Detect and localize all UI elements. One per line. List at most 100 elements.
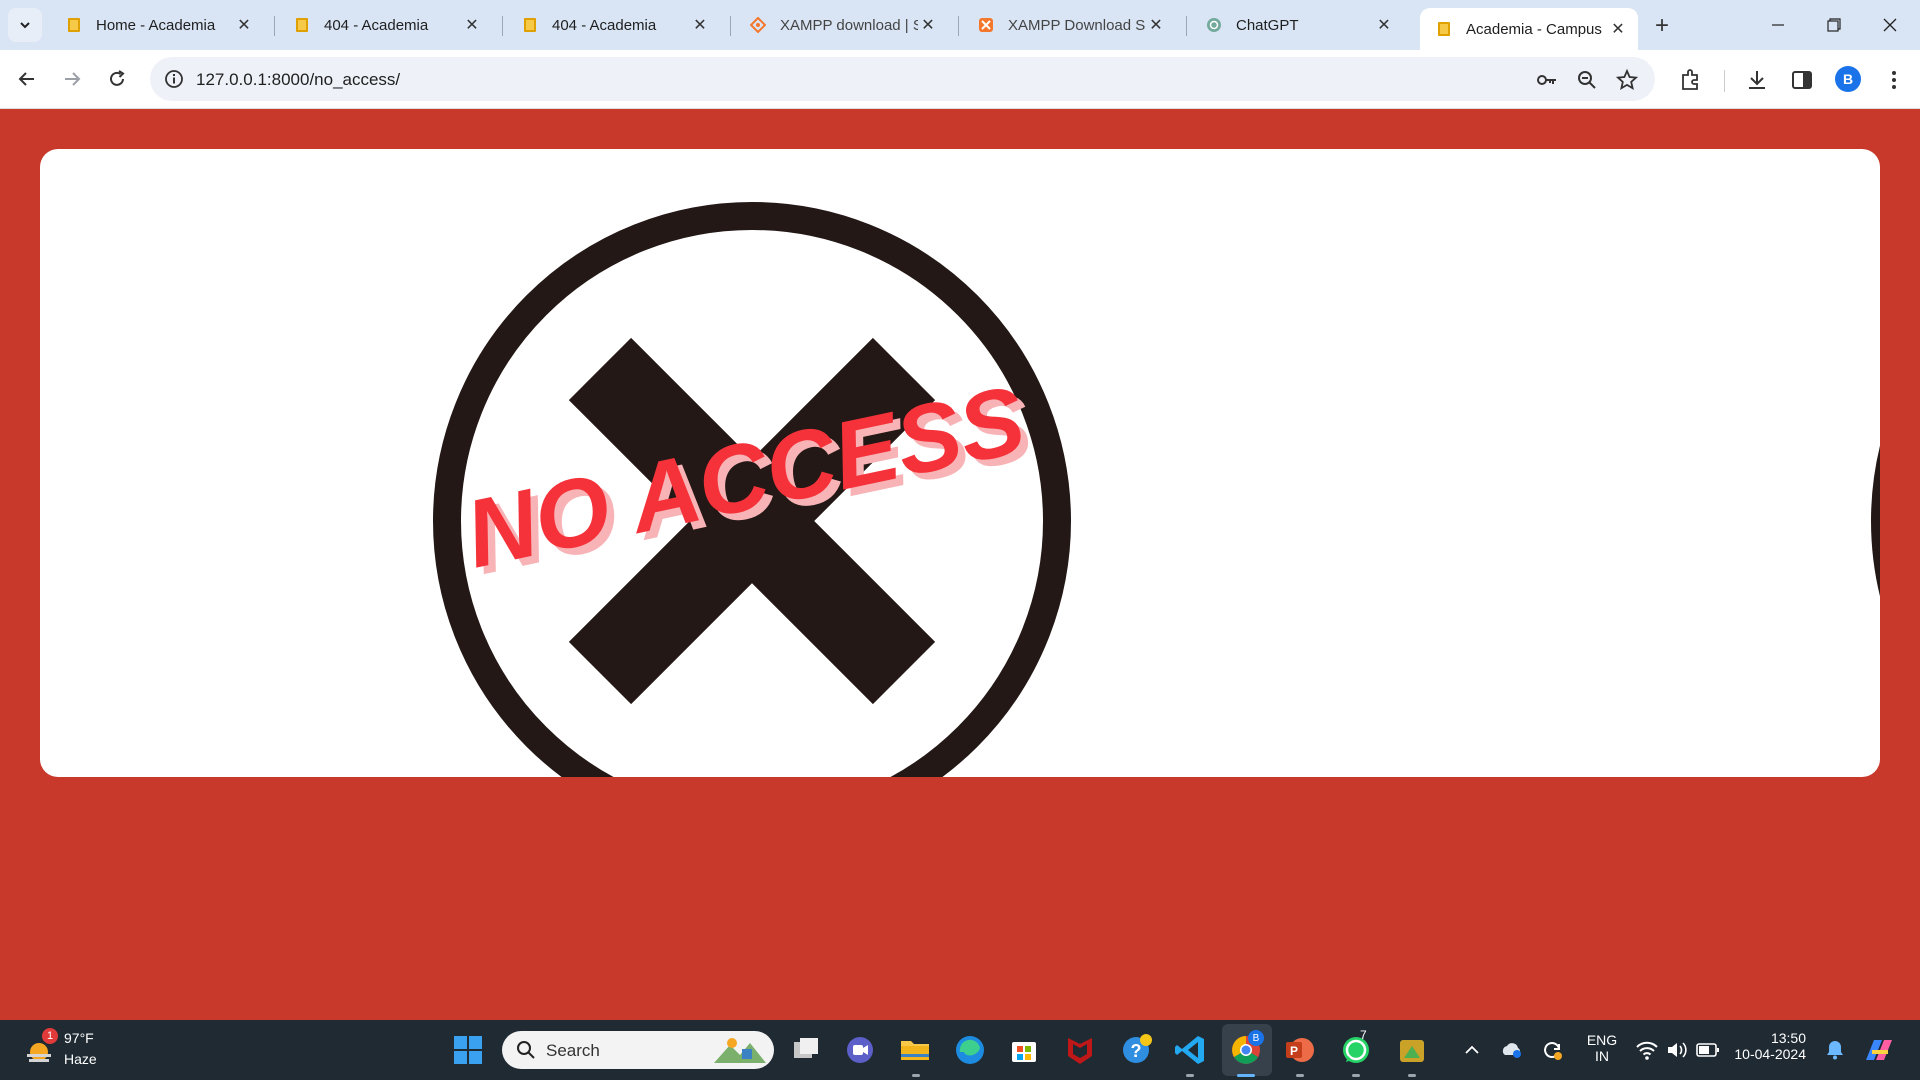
- search-icon: [517, 1041, 535, 1059]
- book-icon: [68, 18, 80, 32]
- restore-button[interactable]: [1814, 8, 1854, 42]
- reload-icon: [110, 70, 125, 86]
- tab-home-academia[interactable]: Home - Academia ✕: [50, 8, 264, 42]
- extensions-icon[interactable]: [1678, 68, 1702, 92]
- tab-close-button[interactable]: ✕: [1608, 19, 1628, 39]
- tab-academia-campus[interactable]: Academia - Campus ✕: [1420, 8, 1638, 50]
- browser-toolbar: 127.0.0.1:8000/no_access/: [0, 50, 1920, 109]
- language-line2: IN: [1595, 1048, 1609, 1064]
- sync-icon[interactable]: [1540, 1038, 1564, 1062]
- meet-icon[interactable]: [842, 1032, 878, 1068]
- tab-separator: [1186, 16, 1187, 36]
- arrow-left-icon: [18, 72, 34, 86]
- tab-title: 404 - Academia: [552, 16, 657, 34]
- tab-xampp-download[interactable]: XAMPP download | S ✕: [734, 8, 948, 42]
- book-icon: [296, 18, 308, 32]
- weather-temperature: 97°F: [64, 1030, 94, 1046]
- tab-separator: [958, 16, 959, 36]
- book-icon: [1438, 22, 1450, 36]
- address-bar[interactable]: 127.0.0.1:8000/no_access/: [150, 57, 1655, 101]
- task-view-icon[interactable]: [788, 1032, 824, 1068]
- copilot-icon[interactable]: [1862, 1034, 1896, 1066]
- language-indicator[interactable]: ENG IN: [1582, 1032, 1622, 1064]
- onedrive-icon[interactable]: [1500, 1038, 1524, 1062]
- taskbar-search[interactable]: Search: [502, 1031, 774, 1069]
- reload-button[interactable]: [100, 62, 134, 96]
- chevron-up-icon[interactable]: [1464, 1042, 1480, 1058]
- profile-avatar[interactable]: B: [1835, 66, 1861, 92]
- app-running-indicator: [1408, 1074, 1416, 1077]
- edge-icon[interactable]: [952, 1032, 988, 1068]
- no-access-card: NO ACCESS NO ACCESS NO ACCESS: [40, 149, 1880, 777]
- whatsapp-icon[interactable]: [1338, 1032, 1374, 1068]
- mcafee-icon[interactable]: [1062, 1032, 1098, 1068]
- site-info-icon[interactable]: [164, 69, 184, 89]
- url-text[interactable]: 127.0.0.1:8000/no_access/: [196, 70, 400, 90]
- arrow-right-icon: [65, 72, 81, 86]
- volume-icon[interactable]: [1666, 1040, 1688, 1060]
- tab-separator: [502, 16, 503, 36]
- menu-icon[interactable]: [1882, 68, 1906, 92]
- tab-close-button[interactable]: ✕: [918, 15, 938, 35]
- language-line1: ENG: [1586, 1032, 1618, 1048]
- tab-search-button[interactable]: [8, 8, 42, 42]
- whatsapp-badge: 7: [1360, 1028, 1367, 1042]
- tab-strip: Home - Academia ✕ 404 - Academia ✕ 404 -…: [0, 0, 1920, 50]
- tab-close-button[interactable]: ✕: [234, 15, 254, 35]
- search-highlight-icon: [714, 1038, 766, 1063]
- tab-chatgpt[interactable]: ChatGPT ✕: [1190, 8, 1404, 42]
- tab-title: 404 - Academia: [324, 16, 429, 34]
- book-icon: [524, 18, 536, 32]
- zoom-icon[interactable]: [1576, 69, 1598, 91]
- clock[interactable]: 13:50 10-04-2024: [1732, 1030, 1806, 1062]
- app-running-indicator: [912, 1074, 920, 1077]
- tab-title: XAMPP Download Su: [1008, 16, 1146, 34]
- key-icon[interactable]: [1536, 69, 1558, 91]
- forward-button[interactable]: [55, 62, 89, 96]
- tab-close-button[interactable]: ✕: [690, 15, 710, 35]
- tab-close-button[interactable]: ✕: [462, 15, 482, 35]
- vscode-icon[interactable]: [1172, 1032, 1208, 1068]
- back-button[interactable]: [10, 62, 44, 96]
- download-icon[interactable]: [1745, 68, 1769, 92]
- xampp-icon: [979, 18, 993, 32]
- windows-start-icon[interactable]: [450, 1032, 486, 1068]
- tab-404-academia[interactable]: 404 - Academia ✕: [278, 8, 492, 42]
- weather-widget[interactable]: 1 97°F Haze: [18, 1020, 108, 1080]
- store-icon[interactable]: [1006, 1032, 1042, 1068]
- restore-icon: [1827, 18, 1841, 32]
- app-running-indicator: [1352, 1074, 1360, 1077]
- minimize-icon: [1772, 24, 1784, 26]
- file-explorer-icon[interactable]: [897, 1032, 933, 1068]
- tab-title: Academia - Campus: [1466, 20, 1602, 38]
- tab-title: XAMPP download | S: [780, 16, 918, 34]
- notification-bell-icon[interactable]: [1826, 1040, 1844, 1060]
- minimize-button[interactable]: [1758, 8, 1798, 42]
- help-icon[interactable]: ?: [1118, 1032, 1154, 1068]
- close-icon: [1883, 18, 1897, 32]
- battery-icon[interactable]: [1696, 1042, 1720, 1058]
- tab-separator: [730, 16, 731, 36]
- weather-badge: 1: [42, 1028, 58, 1044]
- close-window-button[interactable]: [1870, 8, 1910, 42]
- page-content: NO ACCESS NO ACCESS NO ACCESS: [0, 109, 1920, 1020]
- toolbar-separator: [1724, 70, 1725, 92]
- tab-close-button[interactable]: ✕: [1374, 15, 1394, 35]
- new-tab-button[interactable]: +: [1648, 12, 1676, 40]
- powerpoint-icon[interactable]: P: [1282, 1032, 1318, 1068]
- svg-text:P: P: [1290, 1044, 1298, 1058]
- search-placeholder: Search: [546, 1041, 600, 1060]
- tab-separator: [274, 16, 275, 36]
- app-icon[interactable]: [1394, 1032, 1430, 1068]
- side-panel-icon[interactable]: [1790, 68, 1814, 92]
- tab-close-button[interactable]: ✕: [1146, 15, 1166, 35]
- app-running-indicator: [1296, 1074, 1304, 1077]
- wifi-icon[interactable]: [1636, 1040, 1658, 1060]
- windows-taskbar: 1 97°F Haze Search ? B P 7 ENG IN 13:50 …: [0, 1020, 1920, 1080]
- svg-text:?: ?: [1131, 1041, 1142, 1061]
- tab-404-academia-2[interactable]: 404 - Academia ✕: [506, 8, 720, 42]
- tab-title: ChatGPT: [1236, 16, 1299, 34]
- bookmark-star-icon[interactable]: [1616, 69, 1638, 91]
- tab-xampp-download-success[interactable]: XAMPP Download Su ✕: [962, 8, 1176, 42]
- chatgpt-icon: [1207, 18, 1221, 32]
